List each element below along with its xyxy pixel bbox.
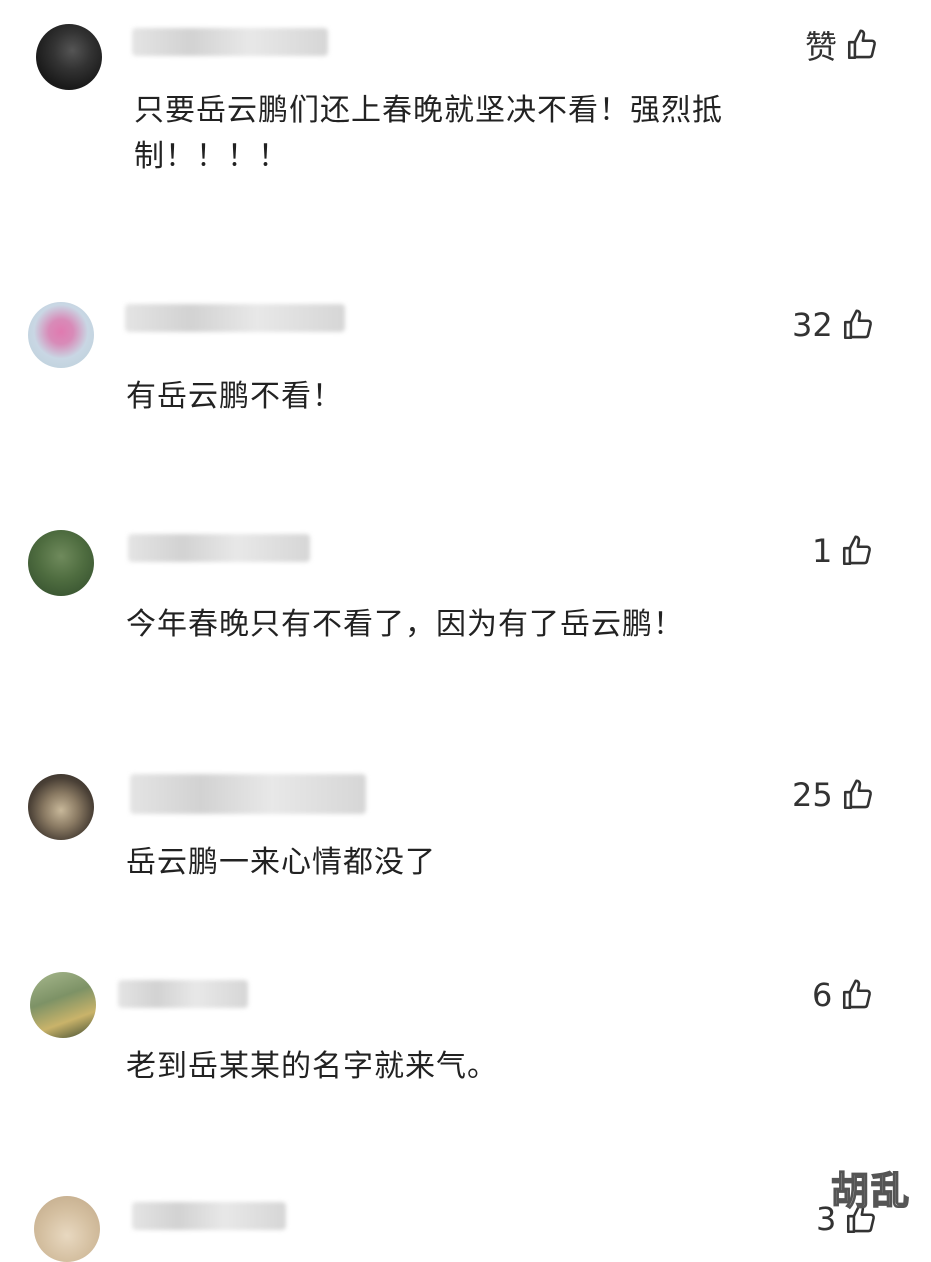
username-blurred[interactable] xyxy=(125,304,345,332)
like-button[interactable]: 32 xyxy=(792,306,875,344)
thumbs-up-icon xyxy=(845,28,879,62)
comment-text: 只要岳云鹏们还上春晚就坚决不看！强烈抵 制！！！！ xyxy=(134,93,723,174)
thumbs-up-icon xyxy=(840,978,874,1012)
comment-text: 有岳云鹏不看！ xyxy=(126,379,343,414)
like-button[interactable]: 6 xyxy=(812,976,874,1014)
avatar[interactable] xyxy=(30,972,96,1038)
like-button[interactable]: 1 xyxy=(812,532,874,570)
like-label: 6 xyxy=(812,976,833,1014)
like-label: 25 xyxy=(792,776,833,814)
watermark: 胡乱 xyxy=(830,1168,911,1214)
avatar[interactable] xyxy=(28,302,94,368)
like-label: 赞 xyxy=(805,28,838,66)
like-label: 1 xyxy=(812,532,833,570)
avatar[interactable] xyxy=(28,774,94,840)
avatar[interactable] xyxy=(28,530,94,596)
thumbs-up-icon xyxy=(841,308,875,342)
like-button[interactable]: 25 xyxy=(792,776,875,814)
comment-text: 岳云鹏一来心情都没了 xyxy=(126,845,436,880)
username-blurred[interactable] xyxy=(128,534,310,562)
thumbs-up-icon xyxy=(840,534,874,568)
comment-text: 老到岳某某的名字就来气。 xyxy=(126,1049,498,1084)
username-blurred[interactable] xyxy=(132,28,328,56)
like-button[interactable]: 赞 xyxy=(805,22,879,68)
like-label: 32 xyxy=(792,306,833,344)
username-blurred[interactable] xyxy=(132,1202,286,1230)
username-blurred[interactable] xyxy=(118,980,248,1008)
username-blurred[interactable] xyxy=(130,774,366,814)
avatar[interactable] xyxy=(36,24,102,90)
thumbs-up-icon xyxy=(841,778,875,812)
comment-text: 今年春晚只有不看了，因为有了岳云鹏！ xyxy=(126,607,684,642)
avatar[interactable] xyxy=(34,1196,100,1262)
